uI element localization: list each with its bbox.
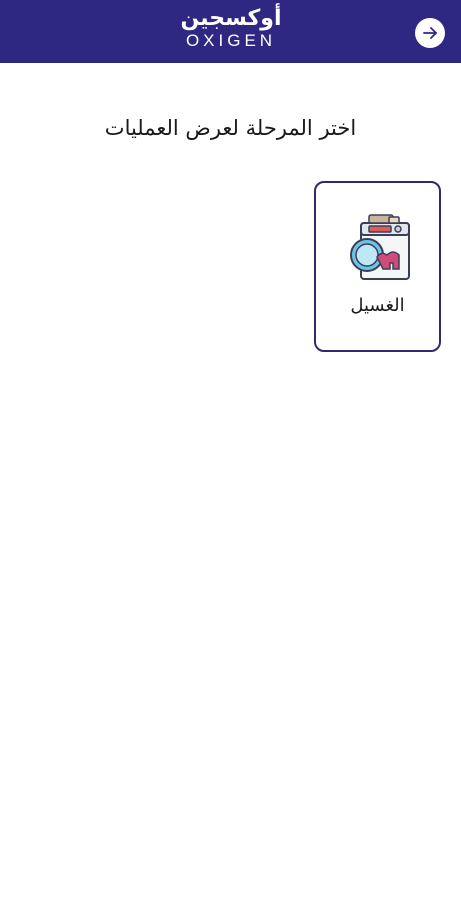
page-title: اختر المرحلة لعرض العمليات xyxy=(104,116,357,140)
logo-english-text: OXIGEN xyxy=(185,31,277,50)
stage-card-washing[interactable]: الغسيل xyxy=(314,181,441,352)
app-header: أوكسجين OXIGEN xyxy=(0,0,461,63)
logo-arabic-text: أوكسجين xyxy=(180,6,282,31)
washing-machine-icon xyxy=(350,214,410,280)
brand-logo: أوكسجين OXIGEN xyxy=(170,6,292,58)
arrow-right-icon xyxy=(423,27,437,39)
stage-label: الغسيل xyxy=(350,295,405,316)
back-button[interactable] xyxy=(415,18,445,48)
